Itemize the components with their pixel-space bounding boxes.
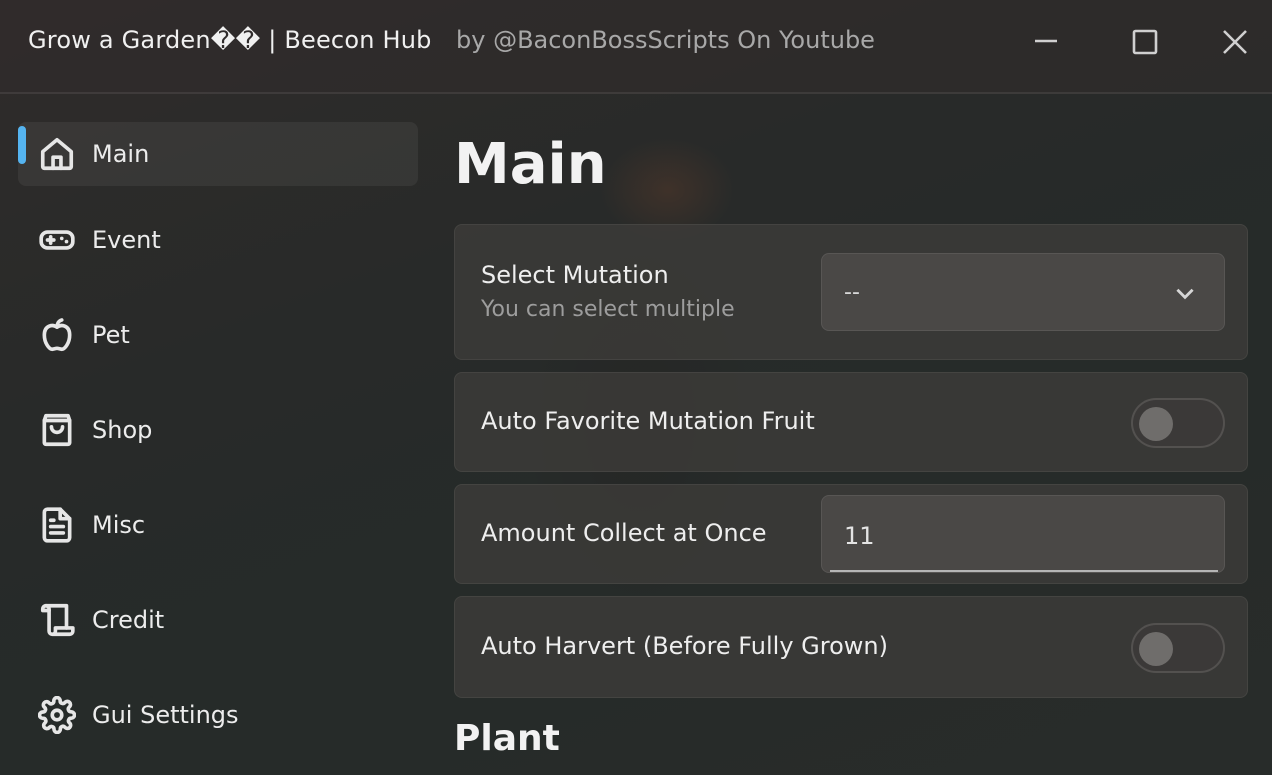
toggle-knob [1139, 407, 1173, 441]
page-title: Main [454, 132, 607, 197]
main-content: Main Select Mutation You can select mult… [454, 96, 1248, 775]
amount-collect-title: Amount Collect at Once [481, 519, 767, 547]
chevron-down-icon [1172, 280, 1198, 310]
close-button[interactable] [1215, 22, 1255, 62]
sidebar-item-label: Pet [92, 321, 130, 349]
dropdown-value: -- [844, 280, 860, 305]
home-icon [38, 135, 76, 173]
section-title-plant: Plant [454, 718, 560, 759]
close-icon [1223, 30, 1247, 54]
minimize-icon [1035, 39, 1057, 43]
window-title: Grow a Garden�� | Beecon Hub [28, 26, 432, 54]
sidebar-item-pet[interactable]: Pet [18, 303, 418, 367]
auto-harvest-title: Auto Harvert (Before Fully Grown) [481, 632, 889, 660]
sidebar-item-label: Gui Settings [92, 701, 239, 729]
scroll-icon [38, 601, 76, 639]
amount-collect-card: Amount Collect at Once 11 [454, 484, 1248, 584]
auto-favorite-title: Auto Favorite Mutation Fruit [481, 407, 815, 435]
sidebar-item-label: Main [92, 140, 150, 168]
sidebar-item-label: Credit [92, 606, 165, 634]
gamepad-icon [38, 221, 76, 259]
sidebar-item-label: Misc [92, 511, 146, 539]
sidebar-item-shop[interactable]: Shop [18, 398, 418, 462]
auto-harvest-card: Auto Harvert (Before Fully Grown) [454, 596, 1248, 698]
sidebar-item-event[interactable]: Event [18, 208, 418, 272]
apple-icon [38, 316, 76, 354]
maximize-icon [1132, 29, 1158, 55]
sidebar-item-misc[interactable]: Misc [18, 493, 418, 557]
sidebar-item-main[interactable]: Main [18, 122, 418, 186]
maximize-button[interactable] [1125, 22, 1165, 62]
sidebar-item-label: Shop [92, 416, 153, 444]
auto-favorite-toggle[interactable] [1131, 398, 1225, 448]
auto-harvest-toggle[interactable] [1131, 623, 1225, 673]
minimize-button[interactable] [1026, 22, 1066, 62]
document-icon [38, 506, 76, 544]
gear-icon [38, 696, 76, 734]
mutation-dropdown[interactable]: -- [821, 253, 1225, 331]
sidebar: Main Event Pet Shop Misc Credit Gui Sett… [0, 96, 430, 775]
hub-window: Grow a Garden�� | Beecon Hub by @BaconBo… [0, 0, 1272, 775]
select-mutation-card: Select Mutation You can select multiple … [454, 224, 1248, 360]
amount-collect-input[interactable]: 11 [821, 495, 1225, 573]
select-mutation-description: You can select multiple [481, 297, 735, 322]
window-subtitle: by @BaconBossScripts On Youtube [456, 26, 875, 54]
title-bar: Grow a Garden�� | Beecon Hub by @BaconBo… [0, 0, 1272, 94]
toggle-knob [1139, 632, 1173, 666]
auto-favorite-card: Auto Favorite Mutation Fruit [454, 372, 1248, 472]
select-mutation-title: Select Mutation [481, 261, 669, 289]
sidebar-item-label: Event [92, 226, 161, 254]
sidebar-item-gui-settings[interactable]: Gui Settings [18, 683, 418, 747]
active-indicator [18, 126, 26, 164]
sidebar-item-credit[interactable]: Credit [18, 588, 418, 652]
input-value: 11 [844, 522, 875, 550]
input-underline [830, 570, 1218, 572]
shopping-bag-icon [38, 411, 76, 449]
